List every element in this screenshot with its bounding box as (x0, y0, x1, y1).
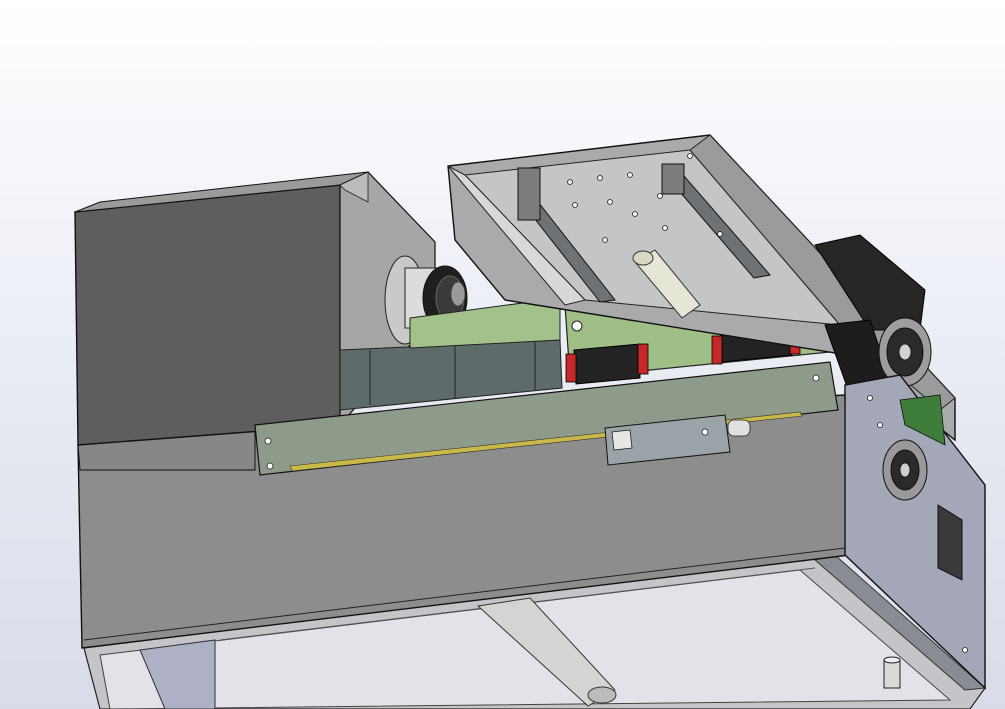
stepper-motor-left[interactable] (565, 343, 649, 385)
cad-model-viewport[interactable] (0, 0, 1005, 709)
pulley-lower[interactable] (882, 439, 928, 501)
standoff-post[interactable] (883, 656, 901, 689)
pulley-upper[interactable] (878, 317, 932, 387)
cad-model-drawing (74, 134, 987, 709)
